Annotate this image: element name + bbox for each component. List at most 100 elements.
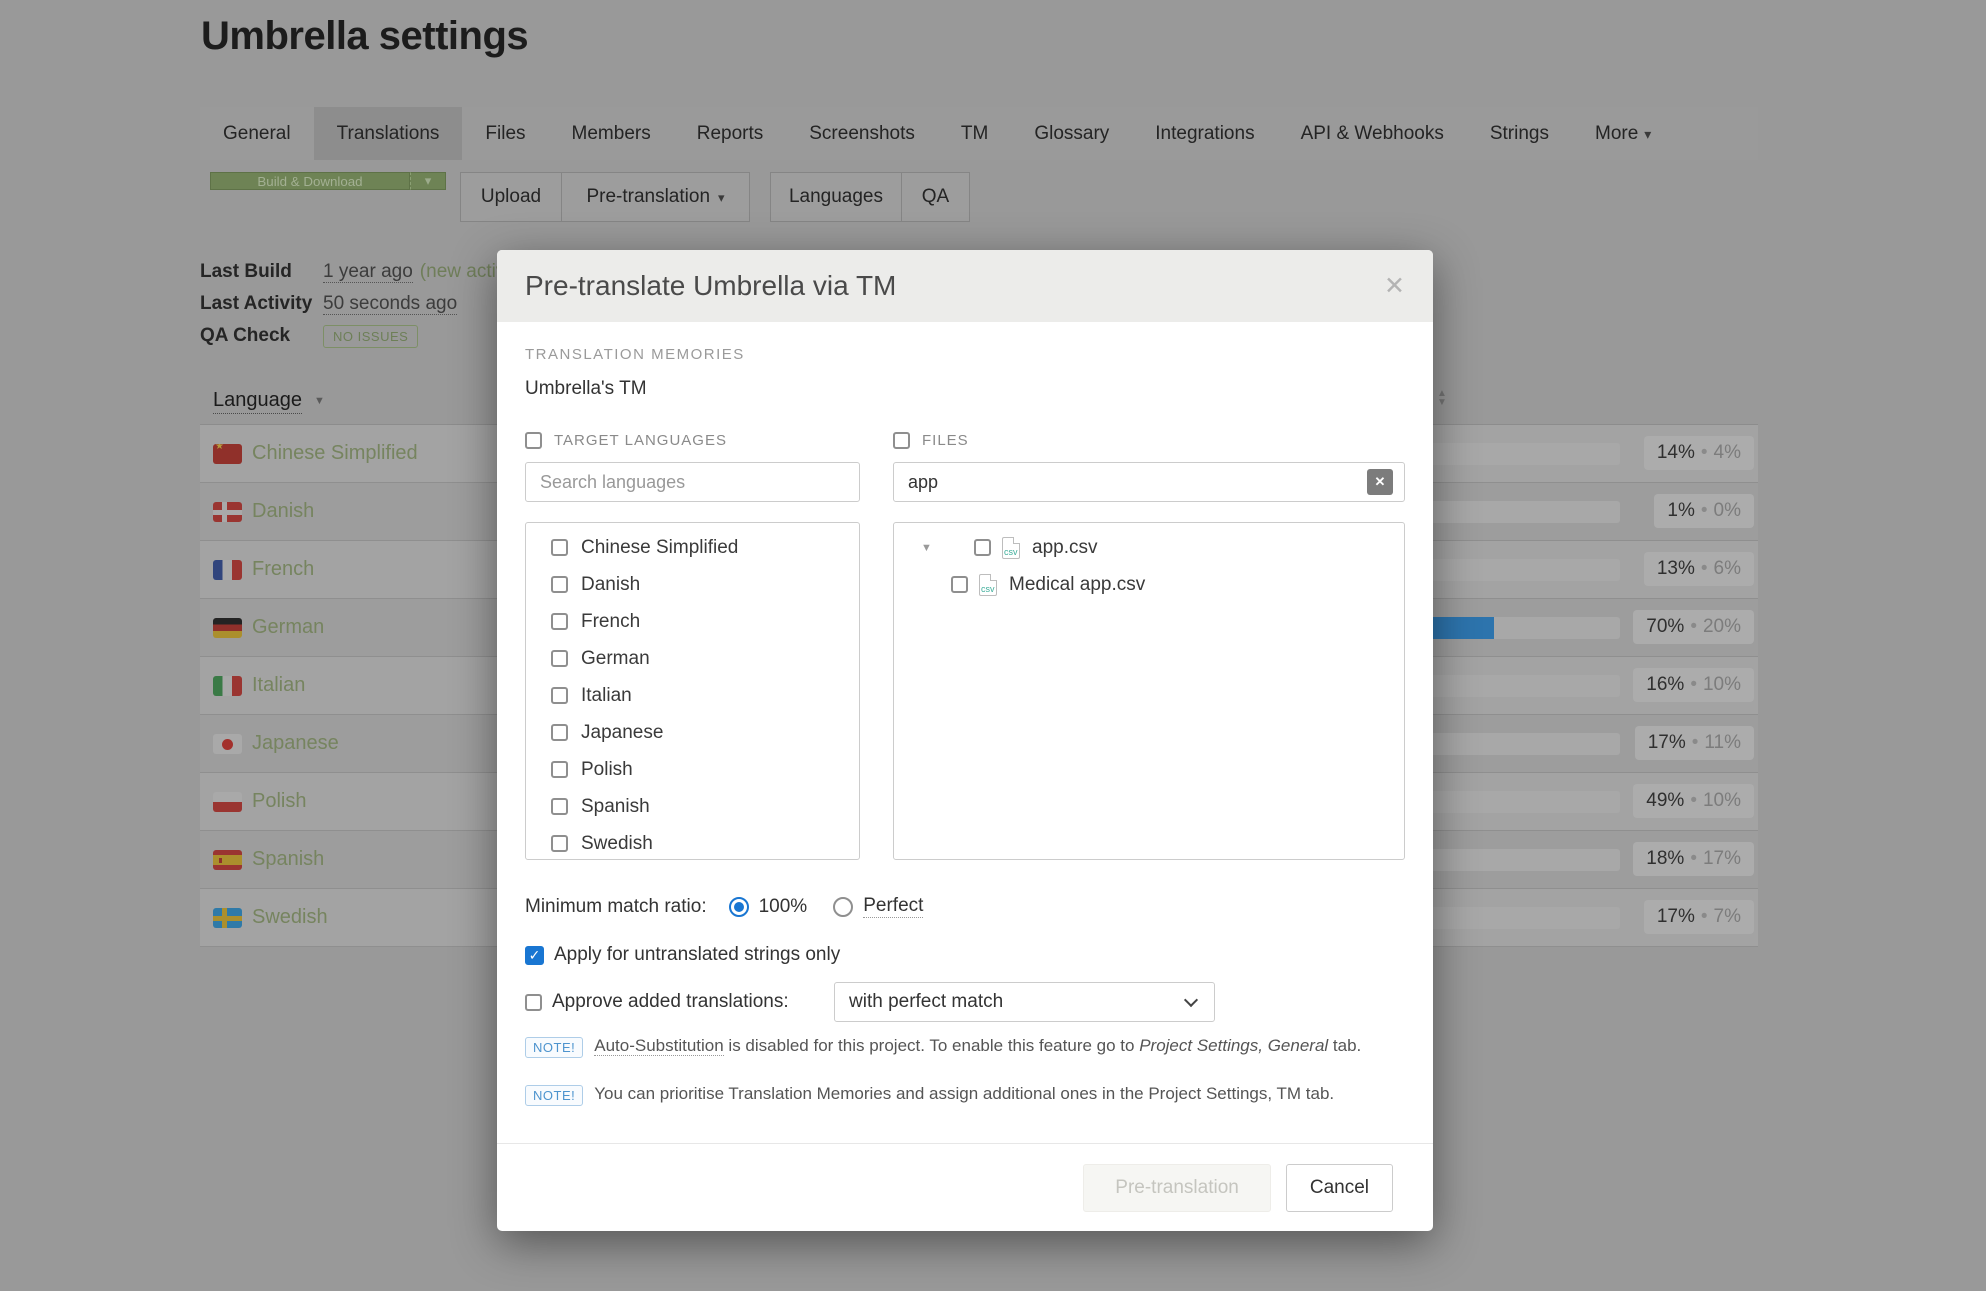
language-option: German [526,640,859,677]
last-build-row: Last Build 1 year ago(new activity) [200,256,531,288]
pre-translation-menu-button[interactable]: Pre-translation▾ [562,172,750,222]
approve-translations-label[interactable]: Approve added translations: [552,991,789,1013]
language-link[interactable]: Polish [252,790,306,813]
chevron-down-icon: ▾ [718,190,725,205]
files-filter-input[interactable] [893,462,1405,502]
select-all-languages-checkbox[interactable] [525,432,542,449]
language-checkbox[interactable] [551,835,568,852]
language-option-label[interactable]: Chinese Simplified [581,537,738,559]
match-perfect-radio[interactable] [833,897,853,917]
clear-filter-button[interactable]: ✕ [1367,469,1393,495]
last-build-link[interactable]: 1 year ago [323,261,413,283]
last-build-label: Last Build [200,261,323,283]
tab[interactable]: Strings▾ [1467,107,1572,160]
qa-status-badge[interactable]: NO ISSUES [323,325,418,348]
language-link[interactable]: Spanish [252,848,324,871]
translated-percent: 13% [1657,558,1695,579]
language-option-label[interactable]: German [581,648,650,670]
search-languages-input[interactable] [525,462,860,502]
target-languages-header: TARGET LANGUAGES [525,432,727,449]
tab[interactable]: Reports▾ [674,107,787,160]
language-checkbox[interactable] [551,798,568,815]
language-option: Swedish [526,825,859,860]
select-all-files-checkbox[interactable] [893,432,910,449]
tab[interactable]: General▾ [200,107,314,160]
language-option-label[interactable]: Danish [581,574,640,596]
language-checkbox[interactable] [551,761,568,778]
match-100-label[interactable]: 100% [759,896,808,918]
approved-percent: 6% [1714,558,1741,579]
language-option-label[interactable]: Italian [581,685,632,707]
project-info: Last Build 1 year ago(new activity) Last… [200,256,531,352]
tree-collapse-icon[interactable]: ▼ [921,542,941,554]
close-icon[interactable]: ✕ [1384,250,1405,322]
language-link[interactable]: French [252,558,314,581]
language-link[interactable]: Swedish [252,906,328,929]
file-name[interactable]: app.csv [1032,537,1097,559]
file-name[interactable]: Medical app.csv [1009,574,1145,596]
match-perfect-label[interactable]: Perfect [863,895,923,918]
match-100-radio[interactable] [729,897,749,917]
flag-icon [213,560,242,580]
tab[interactable]: Screenshots▾ [786,107,938,160]
upload-group: Upload Pre-translation▾ [460,172,750,222]
chevron-down-icon [1184,993,1198,1007]
approve-mode-select[interactable]: with perfect match [834,982,1215,1022]
tab[interactable]: Integrations▾ [1132,107,1277,160]
language-link[interactable]: Japanese [252,732,339,755]
tab[interactable]: More▾ [1572,107,1674,160]
tab[interactable]: Translations▾ [314,107,463,160]
language-option: Chinese Simplified [526,529,859,566]
tab[interactable]: API & Webhooks▾ [1278,107,1467,160]
language-option-label[interactable]: Spanish [581,796,650,818]
progress-percentages: 13%•6% [1644,552,1754,586]
tab-label: Members [572,123,651,144]
auto-substitution-link[interactable]: Auto-Substitution [594,1036,723,1056]
tab-label: API & Webhooks [1301,123,1444,144]
pre-translation-submit-button[interactable]: Pre-translation [1083,1164,1271,1212]
last-activity-link[interactable]: 50 seconds ago [323,293,457,315]
language-checkbox[interactable] [551,724,568,741]
apply-untranslated-label[interactable]: Apply for untranslated strings only [554,944,840,966]
tab[interactable]: Files▾ [462,107,548,160]
last-activity-row: Last Activity 50 seconds ago [200,288,531,320]
language-column-header[interactable]: Language▼ [213,389,325,412]
build-download-button[interactable]: Build & Download [210,172,410,190]
language-link[interactable]: Italian [252,674,305,697]
file-checkbox[interactable] [974,539,991,556]
language-checkbox[interactable] [551,687,568,704]
progress-sort-icon[interactable]: ▲ ▼ [1437,389,1447,407]
approve-mode-value: with perfect match [849,991,1003,1012]
language-option-label[interactable]: Swedish [581,833,653,855]
qa-button[interactable]: QA [902,172,970,222]
files-header: FILES [893,432,969,449]
upload-button[interactable]: Upload [460,172,562,222]
language-option-label[interactable]: Polish [581,759,633,781]
language-link[interactable]: German [252,616,324,639]
language-checkbox[interactable] [551,539,568,556]
build-download-dropdown-button[interactable]: ▾ [410,172,446,190]
language-checkbox[interactable] [551,650,568,667]
languages-button[interactable]: Languages [770,172,902,222]
tab[interactable]: TM▾ [938,107,1011,160]
language-link[interactable]: Chinese Simplified [252,442,418,465]
files-tree: ▼ csv app.csv ▼ csv Medical app.csv [893,522,1405,860]
apply-untranslated-checkbox[interactable]: ✓ [525,946,544,965]
file-checkbox[interactable] [951,576,968,593]
dialog-header: Pre-translate Umbrella via TM ✕ [497,250,1433,322]
qa-check-label: QA Check [200,325,323,347]
language-option-label[interactable]: Japanese [581,722,663,744]
language-checkbox[interactable] [551,613,568,630]
language-option-label[interactable]: French [581,611,640,633]
flag-icon [213,676,242,696]
tab[interactable]: Glossary▾ [1011,107,1132,160]
language-link[interactable]: Danish [252,500,314,523]
tab[interactable]: Members▾ [549,107,674,160]
cancel-button[interactable]: Cancel [1286,1164,1393,1212]
approved-percent: 10% [1703,790,1741,811]
chevron-down-icon: ▾ [1644,126,1651,142]
approve-translations-checkbox[interactable] [525,994,542,1011]
language-checkbox[interactable] [551,576,568,593]
progress-percentages: 18%•17% [1633,842,1754,876]
flag-icon [213,908,242,928]
